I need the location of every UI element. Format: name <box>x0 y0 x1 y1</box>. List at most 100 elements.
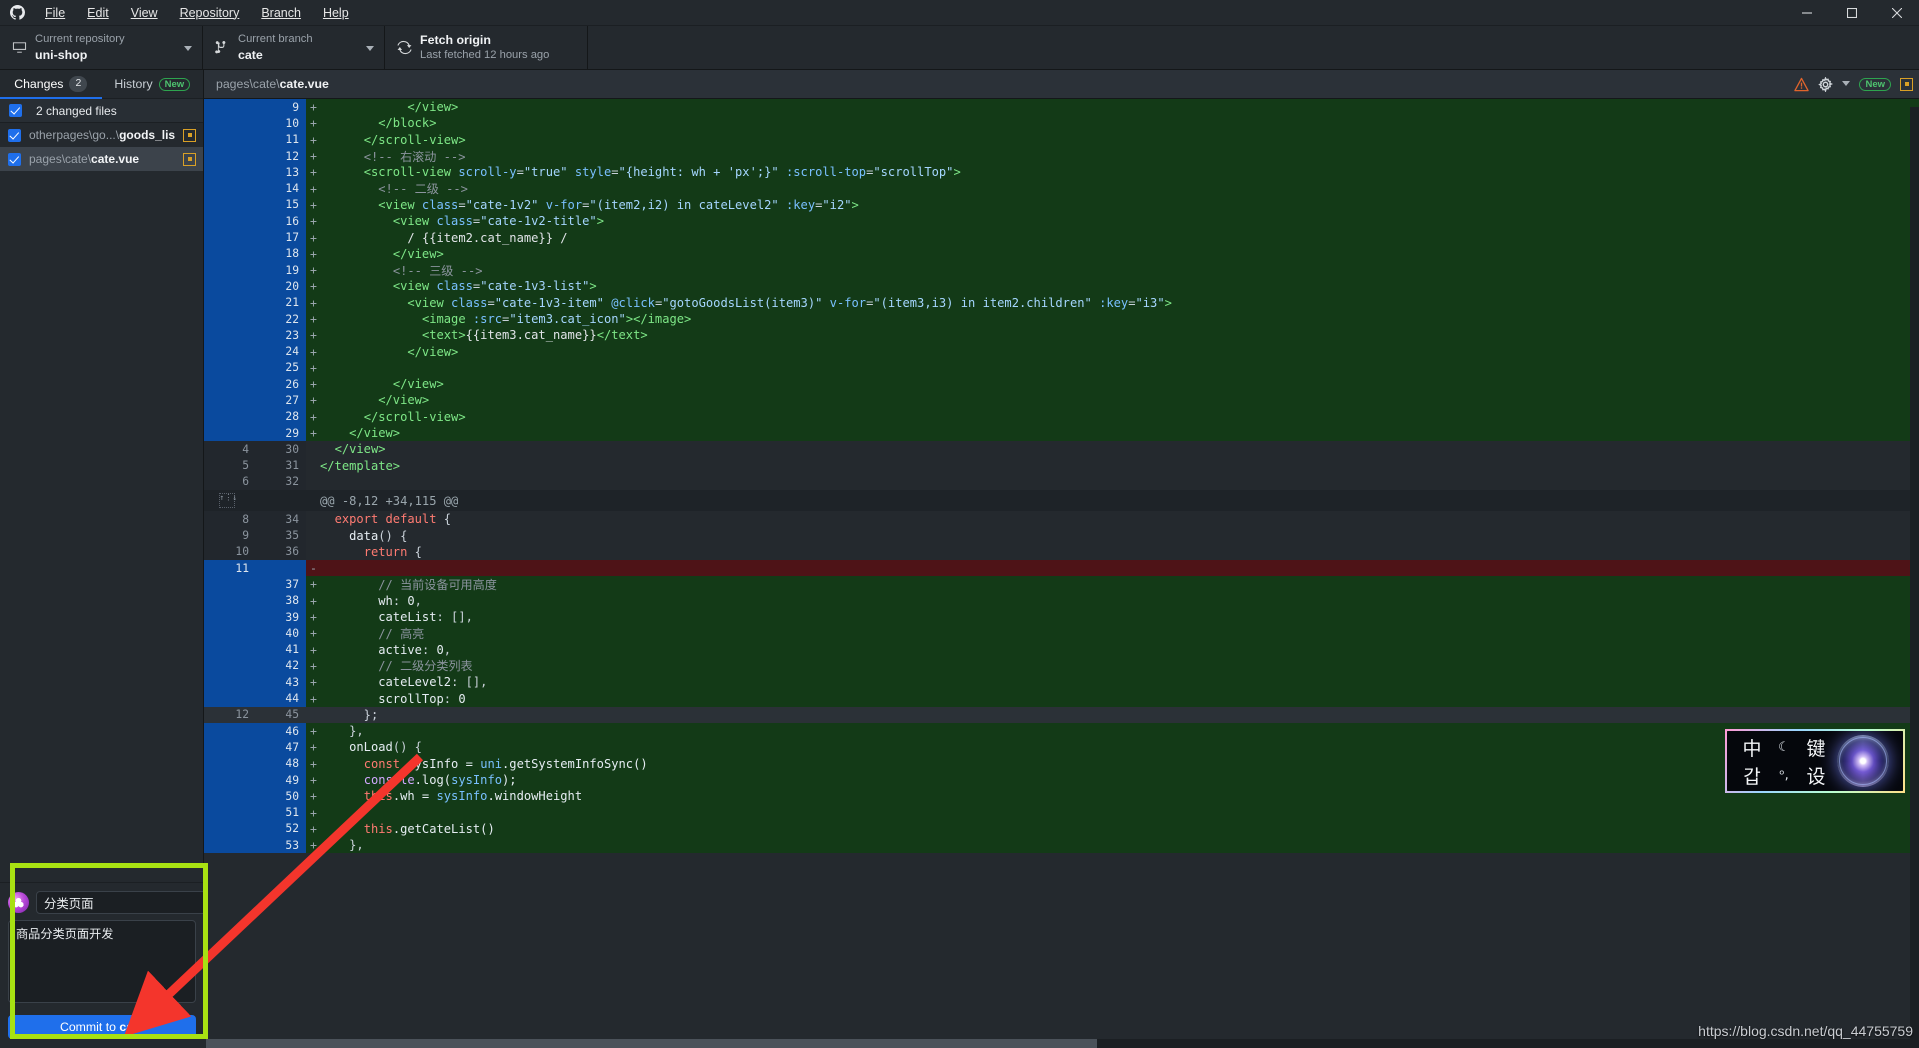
close-icon[interactable] <box>1874 0 1919 26</box>
diff-line-sign: + <box>310 821 317 836</box>
diff-line-add: 20 + <view class="cate-1v3-list"> <box>204 278 1919 295</box>
diff-line-number-old: 9 <box>204 527 256 544</box>
menu-item-repository[interactable]: Repository <box>169 3 251 23</box>
diff-line-number-new: 13 <box>256 164 306 181</box>
main-toolbar: Current repository uni-shop Current bran… <box>0 26 1919 70</box>
diff-line-number-old <box>204 739 256 756</box>
diff-line-number-old <box>204 196 256 214</box>
diff-line-code: </view> <box>334 442 386 457</box>
diff-line-sign: + <box>310 344 317 359</box>
ime-floating-toolbar[interactable]: 中 ☾ 键 갑 ᵒ, 设 <box>1725 729 1905 793</box>
menu-item-file[interactable]: File <box>34 3 76 23</box>
diff-line-number-new: 43 <box>256 674 306 691</box>
diff-line-number-old: 4 <box>204 441 256 458</box>
diff-line-number-old <box>204 804 256 821</box>
vertical-scrollbar[interactable] <box>1910 107 1919 1039</box>
diff-line-sign: + <box>310 724 317 739</box>
diff-line-ctx: 9 35 data() { <box>204 527 1919 544</box>
diff-line-number-new: 21 <box>256 294 306 311</box>
title-bar: File Edit View Repository Branch Help <box>0 0 1919 26</box>
diff-content[interactable]: 9 + </view> 10 + </block> 11 + </scroll-view>… <box>204 99 1919 1048</box>
diff-line-number-new: 46 <box>256 722 306 740</box>
tab-history[interactable]: History New <box>102 70 204 98</box>
branch-icon <box>214 40 230 55</box>
gear-icon[interactable] <box>1818 76 1834 92</box>
ime-chinese-mode-icon[interactable]: 中 <box>1742 734 1761 761</box>
diff-line-code: cateList: [], <box>378 610 473 625</box>
diff-line-number-old <box>204 576 256 593</box>
menu-item-help[interactable]: Help <box>312 3 360 23</box>
minimize-icon[interactable] <box>1784 0 1829 26</box>
commit-description-input[interactable] <box>8 920 196 1003</box>
ime-settings-icon[interactable]: 设 <box>1806 762 1825 789</box>
diff-line-code: <scroll-view scroll-y="true" style="{hei… <box>363 165 961 180</box>
maximize-icon[interactable] <box>1829 0 1874 26</box>
diff-line-code: export default { <box>334 512 452 527</box>
ime-shape-icon[interactable]: 갑 <box>1743 762 1760 789</box>
file-checkbox[interactable] <box>8 128 21 142</box>
current-repository-button[interactable]: Current repository uni-shop <box>0 26 203 69</box>
ime-punctuation-icon[interactable]: ᵒ, <box>1779 768 1789 783</box>
diff-line-code: }, <box>320 838 364 853</box>
diff-expand-icon[interactable]: ↑⋮↓ <box>218 493 237 509</box>
changes-sidebar: Changes 2 History New 2 changed files ot… <box>0 70 212 1048</box>
commit-button[interactable]: Commit to cate <box>8 1015 196 1039</box>
diff-line-number-new: 36 <box>256 543 306 561</box>
diff-line-number-new: 48 <box>256 755 306 772</box>
diff-line-code: active: 0, <box>378 642 452 657</box>
diff-line-number-old <box>204 180 256 197</box>
diff-line-add: 37 + // 当前设备可用高度 <box>204 576 1919 593</box>
diff-line-number-new: 37 <box>256 576 306 593</box>
changed-files-header[interactable]: 2 changed files <box>0 99 203 123</box>
diff-line-sign: + <box>310 116 317 131</box>
diff-line-number-new: 9 <box>256 99 306 116</box>
menu-item-view[interactable]: View <box>120 3 169 23</box>
ime-moon-icon[interactable]: ☾ <box>1778 740 1790 755</box>
diff-line-number-new: 34 <box>256 511 306 528</box>
repo-monitor-icon <box>11 40 27 55</box>
diff-line-number-new: 20 <box>256 278 306 295</box>
diff-line-add: 43 + cateLevel2: [], <box>204 674 1919 691</box>
diff-line-number-new <box>256 560 306 577</box>
file-row[interactable]: otherpages\go...\goods_list.vue <box>0 123 203 147</box>
diff-line-add: 14 + <!-- 二级 --> <box>204 180 1919 197</box>
branch-value: cate <box>238 47 263 62</box>
diff-line-number-old <box>204 131 256 148</box>
modified-dot-icon <box>183 152 196 166</box>
diff-line-add: 44 + scrollTop: 0 <box>204 690 1919 707</box>
tab-changes[interactable]: Changes 2 <box>0 70 102 99</box>
horizontal-scrollbar[interactable] <box>206 1039 1919 1048</box>
file-row[interactable]: pages\cate\cate.vue <box>0 147 203 171</box>
diff-line-ctx: 8 34 export default { <box>204 511 1919 528</box>
commit-panel: Commit to cate <box>0 882 212 1048</box>
ime-keyboard-icon[interactable]: 键 <box>1806 734 1825 761</box>
diff-line-number-new: 38 <box>256 592 306 609</box>
diff-line-code: </block> <box>378 116 437 131</box>
diff-line-number-old <box>204 820 256 838</box>
commit-summary-input[interactable] <box>36 891 212 914</box>
diff-line-sign: + <box>310 626 317 641</box>
diff-line-code: const sysInfo = uni.getSystemInfoSync() <box>363 756 648 771</box>
diff-line-code: </view> <box>407 100 459 115</box>
diff-line-number-old: 5 <box>204 457 256 474</box>
diff-line-code: <view class="cate-1v2-title"> <box>392 214 604 229</box>
diff-line-add: 13 + <scroll-view scroll-y="true" style="… <box>204 164 1919 181</box>
current-branch-button[interactable]: Current branch cate <box>203 26 385 69</box>
menu-item-edit[interactable]: Edit <box>76 3 120 23</box>
select-all-checkbox[interactable] <box>9 104 22 117</box>
diff-line-number-new: 12 <box>256 147 306 165</box>
file-checkbox[interactable] <box>8 152 21 166</box>
diff-line-code: // 当前设备可用高度 <box>378 577 497 592</box>
diff-line-add: 11 + </scroll-view> <box>204 131 1919 148</box>
chevron-down-icon[interactable] <box>1842 80 1851 86</box>
changes-count-badge: 2 <box>69 76 88 92</box>
fetch-origin-button[interactable]: Fetch origin Last fetched 12 hours ago <box>385 26 588 69</box>
menu-item-branch[interactable]: Branch <box>250 3 312 23</box>
diff-line-number-new: 40 <box>256 625 306 642</box>
history-new-badge: New <box>158 77 191 91</box>
diff-line-number-new: 27 <box>256 392 306 409</box>
warning-triangle-icon[interactable] <box>1794 77 1810 92</box>
diff-line-sign: + <box>310 149 317 164</box>
diff-line-add: 39 + cateList: [], <box>204 608 1919 626</box>
diff-line-add: 38 + wh: 0, <box>204 592 1919 609</box>
